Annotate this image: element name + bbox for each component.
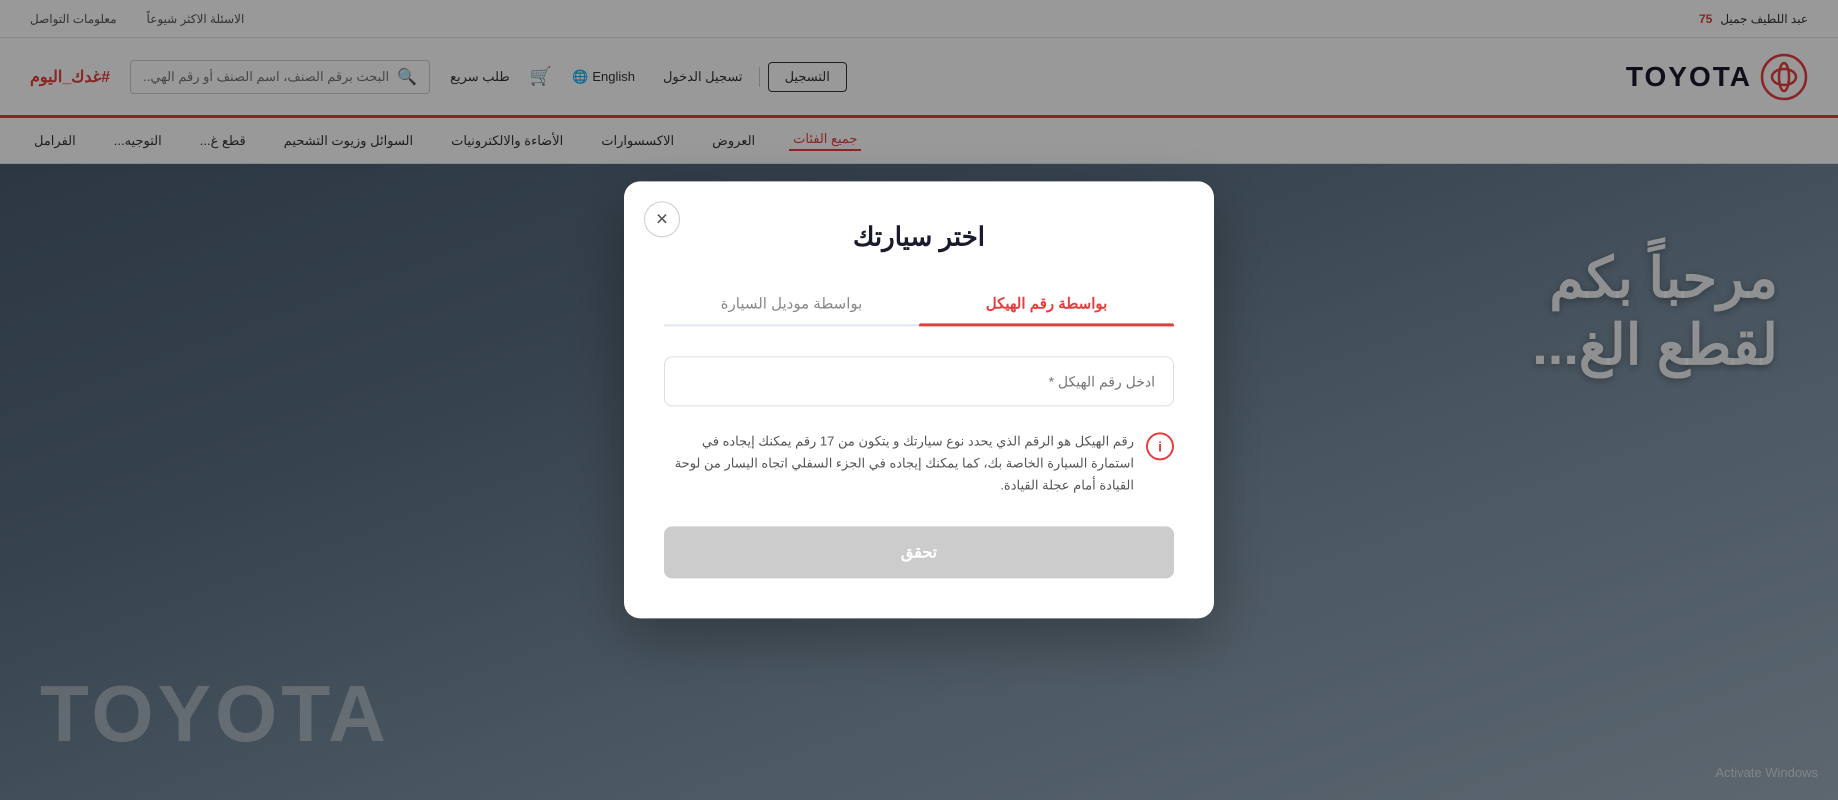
modal-close-button[interactable]: ✕ (644, 201, 680, 237)
modal-tabs: بواسطة رقم الهيكل بواسطة موديل السيارة (664, 282, 1174, 326)
close-icon: ✕ (655, 209, 668, 229)
modal-title: اختر سيارتك (664, 221, 1174, 252)
info-icon: i (1146, 432, 1174, 460)
tab-vin[interactable]: بواسطة رقم الهيكل (919, 282, 1174, 324)
car-select-modal: ✕ اختر سيارتك بواسطة رقم الهيكل بواسطة م… (624, 181, 1214, 618)
info-section: i رقم الهيكل هو الرقم الذي يحدد نوع سيار… (664, 430, 1174, 496)
vin-input-wrapper (664, 356, 1174, 406)
info-text: رقم الهيكل هو الرقم الذي يحدد نوع سيارتك… (664, 430, 1134, 496)
vin-input[interactable] (664, 356, 1174, 406)
submit-button[interactable]: تحقق (664, 527, 1174, 579)
tab-model[interactable]: بواسطة موديل السيارة (664, 282, 919, 324)
